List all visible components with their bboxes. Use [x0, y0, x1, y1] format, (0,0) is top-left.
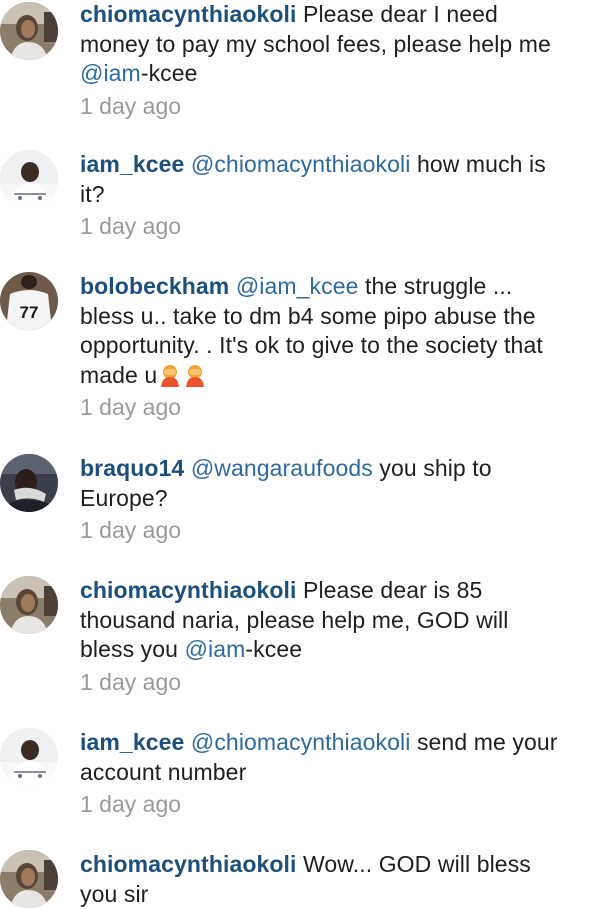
username-link[interactable]: iam_kcee	[80, 729, 184, 755]
face-palm-emoji-icon	[186, 364, 205, 387]
comment-timestamp: 1 day ago	[80, 213, 182, 239]
user-avatar[interactable]	[0, 454, 58, 512]
face-palm-emoji-icon	[161, 364, 180, 387]
mention-link[interactable]: @iam	[80, 60, 141, 86]
mention-link[interactable]: @wangaraufoods	[184, 455, 373, 481]
user-avatar-photo-icon	[0, 150, 58, 208]
comment-text: iam_kcee @chiomacynthiaokoli how much is…	[80, 150, 560, 209]
user-avatar[interactable]	[0, 850, 58, 908]
username-link[interactable]: iam_kcee	[80, 151, 184, 177]
username-link[interactable]: chiomacynthiaokoli	[80, 577, 297, 603]
username-link[interactable]: chiomacynthiaokoli	[80, 851, 297, 877]
user-avatar-jersey-77-icon: 77	[0, 272, 58, 330]
comment-timestamp: 1 day ago	[80, 517, 182, 543]
comment-text: iam_kcee @chiomacynthiaokoli send me you…	[80, 728, 560, 787]
mention-link[interactable]: @iam_kcee	[229, 273, 359, 299]
user-avatar[interactable]	[0, 728, 58, 786]
comment-timestamp: 1 day ago	[80, 92, 182, 119]
user-avatar-photo-icon	[0, 454, 58, 512]
jersey-number-label: 77	[20, 303, 39, 322]
username-link[interactable]: bolobeckham	[80, 273, 229, 299]
comment-message: -kcee	[245, 636, 303, 662]
comment-timestamp: 1 day ago	[80, 394, 182, 420]
comment-timestamp: 1 day ago	[80, 791, 182, 817]
comment-text: chiomacynthiaokoli Please dear I need mo…	[80, 0, 560, 89]
comment-message: -kcee	[140, 60, 198, 86]
username-link[interactable]: braquo14	[80, 455, 184, 481]
comment-text: chiomacynthiaokoli Please dear is 85 tho…	[80, 576, 560, 665]
user-avatar-photo-icon	[0, 850, 58, 908]
mention-link[interactable]: @iam	[185, 636, 246, 662]
mention-link[interactable]: @chiomacynthiaokoli	[184, 729, 410, 755]
user-avatar-photo-icon	[0, 728, 58, 786]
user-avatar[interactable]	[0, 150, 58, 208]
user-avatar[interactable]: 77	[0, 272, 58, 330]
user-avatar-photo-icon	[0, 2, 58, 60]
comment-text: braquo14 @wangaraufoods you ship to Euro…	[80, 454, 560, 513]
comment-text: bolobeckham @iam_kcee the struggle ... b…	[80, 272, 560, 390]
user-avatar-photo-icon	[0, 576, 58, 634]
comment-timestamp: 1 day ago	[80, 668, 182, 695]
mention-link[interactable]: @chiomacynthiaokoli	[184, 151, 410, 177]
username-link[interactable]: chiomacynthiaokoli	[80, 1, 297, 27]
user-avatar[interactable]	[0, 576, 58, 634]
comment-list: chiomacynthiaokoli Please dear I need mo…	[0, 0, 600, 908]
user-avatar[interactable]	[0, 2, 58, 60]
comment-text: chiomacynthiaokoli Wow... GOD will bless…	[80, 850, 560, 909]
